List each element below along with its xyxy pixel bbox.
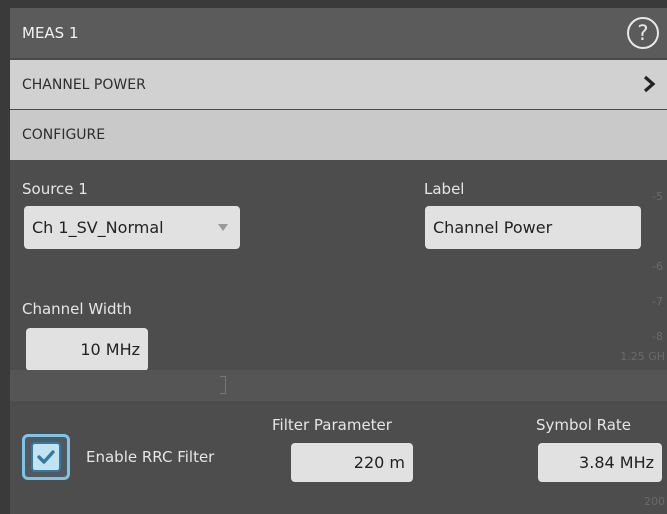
bg-scale-label: 200 bbox=[644, 495, 665, 508]
filter-parameter-input[interactable]: 220 m bbox=[291, 443, 413, 482]
bg-scale-label: -7 bbox=[652, 295, 663, 308]
panel-title: MEAS 1 bbox=[22, 24, 79, 42]
source-value: Ch 1_SV_Normal bbox=[32, 218, 164, 237]
label-field-label: Label bbox=[424, 180, 465, 198]
bg-scale-label: 1.25 GH bbox=[620, 350, 665, 363]
source-label: Source 1 bbox=[22, 180, 88, 198]
configure-label: CONFIGURE bbox=[22, 127, 106, 143]
symbol-rate-value: 3.84 MHz bbox=[579, 453, 654, 472]
divider-handle bbox=[220, 376, 226, 394]
source-dropdown[interactable]: Ch 1_SV_Normal bbox=[24, 206, 240, 249]
chevron-right-icon bbox=[643, 75, 656, 93]
configure-header[interactable]: CONFIGURE bbox=[10, 110, 667, 160]
bg-scale-label: -8 bbox=[652, 330, 663, 343]
measurement-panel: MEAS 1 ? CHANNEL POWER CONFIGURE -5 -6 -… bbox=[10, 8, 667, 514]
enable-rrc-filter-label: Enable RRC Filter bbox=[86, 448, 215, 466]
section-divider bbox=[10, 370, 667, 401]
channel-power-label: CHANNEL POWER bbox=[22, 76, 146, 93]
label-input-value: Channel Power bbox=[433, 218, 553, 237]
checkbox-box bbox=[31, 442, 61, 472]
filter-parameter-value: 220 m bbox=[353, 453, 405, 472]
bg-scale-label: -5 bbox=[652, 190, 663, 203]
channel-power-row[interactable]: CHANNEL POWER bbox=[10, 60, 667, 109]
help-icon[interactable]: ? bbox=[627, 17, 659, 49]
title-bar: MEAS 1 ? bbox=[10, 8, 667, 58]
channel-width-input[interactable]: 10 MHz bbox=[26, 328, 148, 371]
enable-rrc-filter-checkbox[interactable] bbox=[22, 434, 70, 480]
filter-parameter-label: Filter Parameter bbox=[272, 416, 392, 434]
channel-width-value: 10 MHz bbox=[80, 340, 140, 359]
bg-scale-label: -6 bbox=[652, 260, 663, 273]
dropdown-arrow-icon bbox=[218, 224, 228, 231]
label-input[interactable]: Channel Power bbox=[425, 206, 641, 249]
configure-content: -5 -6 -7 -8 1.25 GH 200 Source 1 Ch 1_SV… bbox=[10, 160, 667, 514]
channel-width-label: Channel Width bbox=[22, 300, 132, 318]
symbol-rate-input[interactable]: 3.84 MHz bbox=[538, 443, 662, 482]
symbol-rate-label: Symbol Rate bbox=[536, 416, 632, 434]
checkmark-icon bbox=[37, 450, 55, 464]
